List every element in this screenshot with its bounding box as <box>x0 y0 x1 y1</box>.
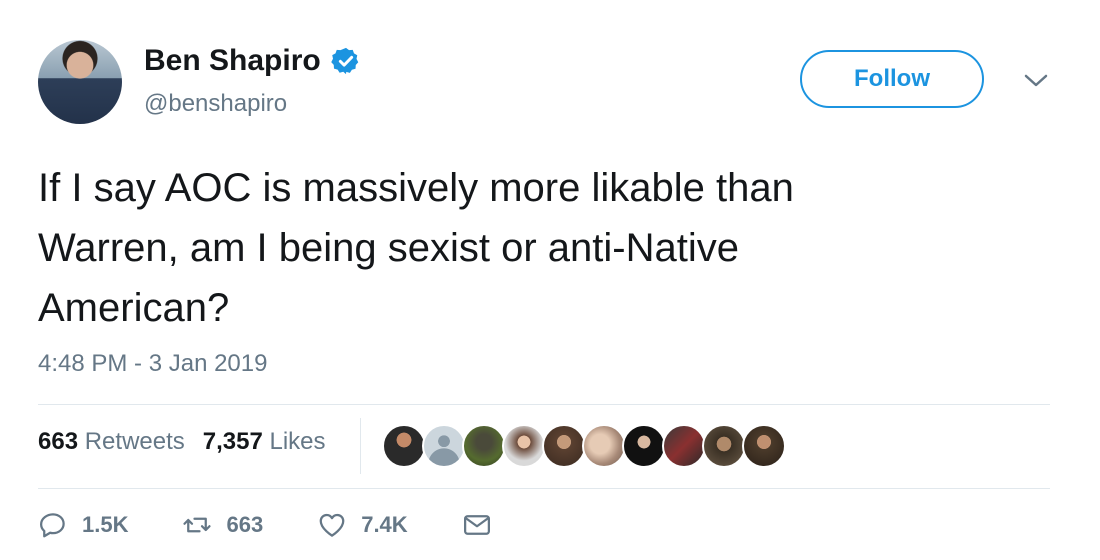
like-count: 7.4K <box>361 512 408 537</box>
liker-avatar[interactable] <box>422 424 466 468</box>
liker-avatar[interactable] <box>662 424 706 468</box>
retweets-stat[interactable]: 663 Retweets <box>38 428 185 456</box>
liker-avatar[interactable] <box>542 424 586 468</box>
like-button[interactable]: 7.4K <box>317 510 408 540</box>
reply-count: 1.5K <box>82 512 129 537</box>
reply-button[interactable]: 1.5K <box>38 510 128 540</box>
chevron-down-icon[interactable] <box>1022 70 1050 90</box>
liker-avatar[interactable] <box>702 424 746 468</box>
avatar[interactable] <box>38 40 122 124</box>
direct-message-button[interactable] <box>462 510 492 540</box>
liker-avatar[interactable] <box>462 424 506 468</box>
retweets-label: Retweets <box>84 428 185 455</box>
tweet-timestamp[interactable]: 4:48 PM - 3 Jan 2019 <box>38 350 267 378</box>
user-display-name[interactable]: Ben Shapiro <box>144 44 321 78</box>
likes-label: Likes <box>269 428 326 455</box>
likes-stat[interactable]: 7,357 Likes <box>203 428 326 456</box>
reply-icon <box>40 513 65 538</box>
tweet-actions: 1.5K 663 7.4K <box>38 510 546 540</box>
engagement-stats: 663 Retweets 7,357 Likes <box>38 428 326 456</box>
divider-bottom <box>38 488 1050 489</box>
stats-separator <box>360 418 361 474</box>
retweet-count: 663 <box>226 512 264 537</box>
liker-avatar[interactable] <box>742 424 786 468</box>
liker-avatar[interactable] <box>502 424 546 468</box>
verified-badge-icon <box>330 47 358 75</box>
retweets-count: 663 <box>38 428 79 455</box>
follow-button[interactable]: Follow <box>800 50 984 108</box>
retweet-icon <box>183 517 212 533</box>
heart-icon <box>319 513 345 537</box>
divider-top <box>38 404 1050 405</box>
retweet-button[interactable]: 663 <box>182 510 263 540</box>
liker-avatar[interactable] <box>622 424 666 468</box>
liker-avatars <box>382 424 786 468</box>
envelope-icon <box>463 515 490 535</box>
liker-avatar[interactable] <box>382 424 426 468</box>
user-handle[interactable]: @benshapiro <box>144 90 287 118</box>
user-display-name-row[interactable]: Ben Shapiro <box>144 44 361 78</box>
liker-avatar[interactable] <box>582 424 626 468</box>
likes-count: 7,357 <box>202 428 263 455</box>
tweet-text: If I say AOC is massively more likable t… <box>38 166 794 330</box>
